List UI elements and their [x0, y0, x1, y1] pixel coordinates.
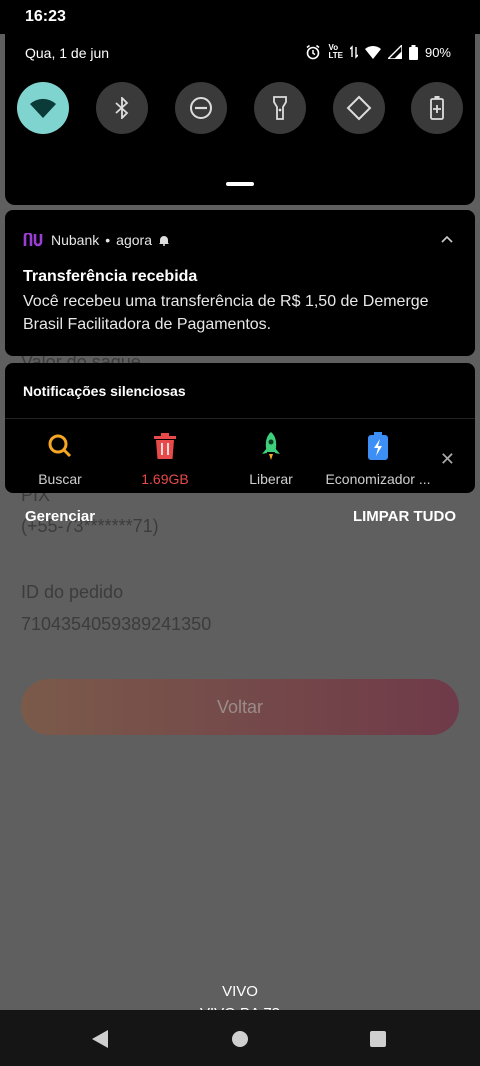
action-storage[interactable]: 1.69GB [110, 431, 220, 487]
action-battery-saver[interactable]: Economizador ... [323, 431, 433, 487]
wifi-icon [30, 98, 56, 118]
back-button-label: Voltar [216, 697, 264, 717]
home-nav-icon[interactable] [232, 1031, 248, 1047]
panel-drag-handle[interactable] [226, 182, 254, 186]
notification-title: Transferência recebida [23, 268, 198, 285]
clock: 16:23 [25, 8, 66, 25]
volte-bottom: LTE [328, 51, 343, 60]
notification-body: Você recebeu uma transferência de R$ 1,5… [23, 293, 429, 333]
order-id-value: 7104354059389241350 [21, 614, 212, 634]
status-bar: 16:23 [0, 0, 480, 34]
notification-app-name: Nubank [51, 232, 100, 248]
system-icons: Vo LTE 90% [305, 44, 451, 60]
notification-header: Nubank • agora [23, 232, 170, 248]
do-not-disturb-tile[interactable] [175, 82, 227, 134]
search-icon [48, 434, 72, 458]
trash-icon [154, 433, 176, 459]
battery-saver-tile[interactable] [411, 82, 463, 134]
cleaner-actions: Buscar 1.69GB Liberar Economizador ... ✕ [5, 418, 475, 495]
wifi-tile[interactable] [17, 82, 69, 134]
nubank-notification[interactable]: Nubank • agora Transferência recebida Vo… [5, 210, 475, 356]
flashlight-tile[interactable] [254, 82, 306, 134]
battery-saver-icon [430, 96, 444, 120]
data-arrows-icon [349, 45, 358, 59]
action-free-up[interactable]: Liberar [216, 431, 326, 487]
wifi-status-icon [364, 45, 381, 59]
back-nav-icon[interactable] [92, 1030, 108, 1048]
bluetooth-tile[interactable] [96, 82, 148, 134]
auto-rotate-icon [346, 95, 372, 121]
action-search[interactable]: Buscar [5, 431, 115, 487]
action-battery-saver-label: Economizador ... [325, 471, 431, 487]
close-icon[interactable]: ✕ [440, 449, 455, 470]
action-storage-label: 1.69GB [141, 471, 189, 487]
date-label[interactable]: Qua, 1 de jun [25, 45, 109, 61]
flashlight-icon [273, 96, 287, 120]
manage-button[interactable]: Gerenciar [25, 508, 95, 525]
order-id-label: ID do pedido [21, 582, 124, 602]
clear-all-button[interactable]: LIMPAR TUDO [353, 508, 456, 525]
navigation-bar [0, 1010, 480, 1066]
auto-rotate-tile[interactable] [333, 82, 385, 134]
battery-icon [408, 44, 418, 60]
volte-icon: Vo LTE [328, 44, 343, 60]
battery-percent: 90% [424, 44, 451, 60]
rocket-icon [262, 432, 280, 460]
silent-header: Notificações silenciosas [23, 383, 186, 399]
action-search-label: Buscar [38, 471, 82, 487]
notification-time: agora [116, 232, 152, 248]
do-not-disturb-icon [190, 97, 212, 119]
battery-charge-icon [368, 432, 388, 460]
alarm-icon [306, 44, 320, 60]
carrier-name: VIVO [222, 983, 258, 1000]
recents-nav-icon[interactable] [370, 1031, 386, 1047]
alert-bell-icon [158, 236, 169, 246]
quick-settings-panel: Qua, 1 de jun Vo LTE 90% [5, 34, 475, 205]
collapse-chevron-icon[interactable] [441, 235, 453, 243]
signal-icon [387, 45, 402, 59]
silent-notifications: Notificações silenciosas Buscar 1.69GB L… [5, 363, 475, 493]
notification-separator: • [105, 232, 111, 248]
nubank-logo-icon [23, 233, 43, 247]
action-free-up-label: Liberar [249, 471, 293, 487]
back-button[interactable]: Voltar [21, 679, 459, 735]
bluetooth-icon [115, 97, 129, 119]
